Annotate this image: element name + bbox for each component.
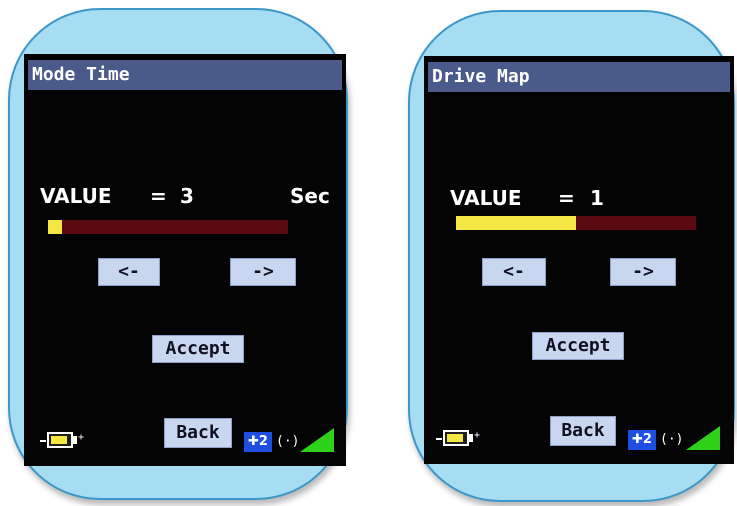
bluetooth-icon: ✚2 <box>628 430 656 450</box>
signal-strength-icon <box>686 426 720 450</box>
value-progress-bar <box>456 216 696 230</box>
battery-level <box>447 434 463 442</box>
screen-title: Drive Map <box>428 62 730 92</box>
battery-icon: + <box>40 432 88 450</box>
value-label: VALUE <box>40 184 112 208</box>
value-progress-bar <box>48 220 288 234</box>
value-row: VALUE = 3 Sec <box>40 184 340 210</box>
device-left: Mode Time VALUE = 3 Sec <- -> Accept + B… <box>8 8 348 500</box>
increase-button[interactable]: -> <box>230 258 296 286</box>
device-right: Drive Map VALUE = 1 <- -> Accept + Back … <box>408 10 735 502</box>
battery-level <box>51 436 67 444</box>
screen-title: Mode Time <box>28 60 342 90</box>
back-button[interactable]: Back <box>550 416 616 446</box>
antenna-icon: (·) <box>660 432 684 447</box>
value-label: VALUE <box>450 186 522 210</box>
accept-button[interactable]: Accept <box>532 332 624 360</box>
value-number: 1 <box>590 186 604 210</box>
value-number: 3 <box>180 184 194 208</box>
value-row: VALUE = 1 <box>450 186 730 212</box>
accept-button[interactable]: Accept <box>152 335 244 363</box>
decrease-button[interactable]: <- <box>482 258 546 286</box>
bluetooth-icon: ✚2 <box>244 432 272 452</box>
value-unit: Sec <box>290 184 330 208</box>
value-progress-fill <box>456 216 576 230</box>
antenna-icon: (·) <box>276 434 300 449</box>
value-equals: = <box>558 186 575 210</box>
screen: Drive Map VALUE = 1 <- -> Accept + Back … <box>424 56 734 464</box>
back-button[interactable]: Back <box>164 418 232 448</box>
decrease-button[interactable]: <- <box>98 258 160 286</box>
value-progress-fill <box>48 220 63 234</box>
signal-strength-icon <box>300 428 334 452</box>
value-equals: = <box>150 184 167 208</box>
battery-icon: + <box>436 430 484 448</box>
screen: Mode Time VALUE = 3 Sec <- -> Accept + B… <box>24 54 346 466</box>
increase-button[interactable]: -> <box>610 258 676 286</box>
